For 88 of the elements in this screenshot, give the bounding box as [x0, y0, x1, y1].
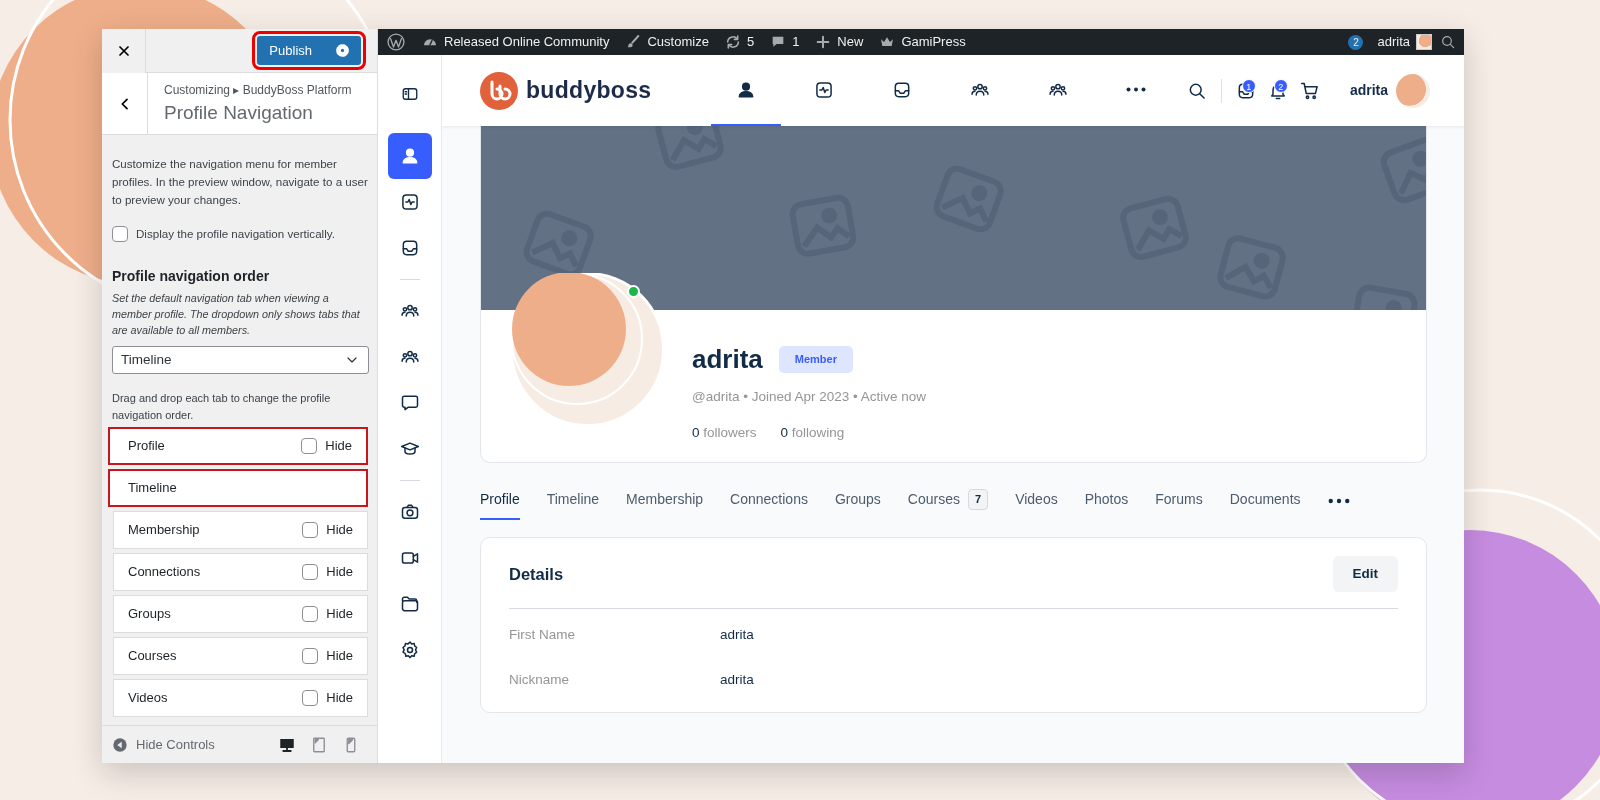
hide-label: Hide — [326, 689, 353, 708]
follow-count-link[interactable]: 0 following — [780, 423, 845, 444]
admin-bar-item[interactable]: 1 — [770, 32, 800, 52]
nav-order-item[interactable]: Videos Hide — [113, 679, 368, 718]
logo-text: buddyboss — [526, 76, 652, 106]
profile-name: adrita — [692, 343, 763, 376]
item-label: Groups — [128, 605, 171, 624]
hide-label: Hide — [326, 605, 353, 624]
messages-button[interactable]: 1 — [1235, 78, 1256, 103]
notifications-button[interactable]: 2 — [1267, 78, 1288, 103]
field-value: adrita — [720, 670, 754, 689]
plus-icon — [815, 34, 832, 50]
profile-tab[interactable]: Forums — [1155, 489, 1203, 520]
help-text: Drag and drop each tab to change the profile navigation order. — [112, 391, 332, 423]
breadcrumb: Customizing ▸ BuddyBoss Platform — [164, 82, 352, 99]
follow-count-link[interactable]: 0 followers — [692, 423, 757, 444]
field-label: First Name — [509, 626, 576, 645]
item-label: Membership — [128, 521, 200, 540]
checkbox-label: Display the profile navigation vertically. — [136, 225, 335, 242]
section-heading: Profile navigation order — [112, 267, 271, 287]
profile-tab[interactable]: Photos — [1084, 489, 1129, 520]
profile-meta: @adrita • Joined Apr 2023 • Active now — [692, 388, 927, 406]
profile-tab[interactable]: Connections — [730, 489, 808, 520]
item-label: Connections — [128, 563, 201, 582]
profile-tab[interactable]: Timeline — [546, 489, 600, 520]
hide-checkbox[interactable] — [302, 690, 319, 707]
user-name: adrita — [1349, 81, 1388, 100]
edit-button[interactable]: Edit — [1332, 556, 1398, 593]
description-text: Customize the navigation menu for member profiles. In the preview window, navigate to a user to preview your changes. — [112, 156, 369, 208]
admin-bar-item[interactable]: Released Online Community — [422, 32, 610, 52]
more-icon — [1327, 498, 1350, 505]
nav-order-item[interactable]: Connections Hide — [113, 553, 368, 592]
admin-bar-item[interactable]: GamiPress — [879, 32, 966, 52]
admin-bar-item[interactable]: Customize — [625, 32, 709, 52]
field-value: adrita — [720, 626, 754, 645]
admin-bar-item[interactable]: New — [815, 32, 864, 52]
tablet-icon — [310, 736, 328, 755]
desktop-icon — [278, 736, 296, 755]
hide-checkbox[interactable] — [302, 606, 319, 623]
nav-order-item[interactable]: Membership Hide — [113, 511, 368, 550]
account-menu[interactable]: 2 adrita — [1348, 32, 1432, 52]
nav-order-item[interactable]: Courses Hide — [113, 637, 368, 676]
hide-label: Hide — [325, 437, 352, 456]
hide-checkbox[interactable] — [301, 438, 318, 455]
activity-icon — [814, 79, 835, 100]
close-button[interactable] — [102, 28, 146, 73]
hide-label: Hide — [326, 521, 353, 540]
nav-order-item[interactable]: Groups Hide — [113, 595, 368, 634]
activity-icon — [399, 192, 420, 212]
hide-label: Hide — [326, 563, 353, 582]
avatar — [1396, 73, 1430, 108]
camera-icon — [399, 502, 420, 522]
profile-tab[interactable]: Profile — [480, 489, 520, 520]
role-tag: Member — [778, 346, 853, 373]
hide-checkbox[interactable] — [302, 522, 319, 539]
panel-title: Profile Navigation — [164, 101, 314, 125]
admin-bar-item[interactable]: 5 — [724, 32, 755, 52]
collapse-icon — [112, 736, 128, 753]
card-title: Details — [509, 563, 564, 585]
field-label: Nickname — [509, 670, 571, 689]
nav-order-item[interactable]: Timeline — [108, 469, 368, 508]
sidebar-toggle-icon — [400, 85, 419, 103]
search-icon — [1440, 34, 1456, 50]
default-tab-select[interactable]: Timeline — [112, 346, 369, 375]
item-label: Courses — [128, 647, 177, 666]
refresh-icon — [724, 34, 741, 50]
profile-tab[interactable]: Groups — [834, 489, 881, 520]
avatar — [1416, 34, 1432, 50]
help-text: Set the default navigation tab when viewing a member profile. The dropdown only shows tabs that are available to all members. — [112, 291, 361, 338]
chat-icon — [399, 393, 420, 413]
hide-checkbox[interactable] — [302, 648, 319, 665]
hide-checkbox[interactable] — [302, 564, 319, 581]
item-label: Profile — [128, 437, 165, 456]
item-label: Videos — [128, 689, 168, 708]
folder-icon — [399, 594, 420, 614]
brush-icon — [625, 34, 642, 50]
profile-tab[interactable]: Courses 7 — [907, 489, 989, 520]
nav-order-item[interactable]: Profile Hide — [108, 427, 368, 466]
checkbox[interactable] — [112, 225, 128, 242]
item-label: Timeline — [128, 479, 177, 498]
profile-tab[interactable]: Videos — [1015, 489, 1058, 520]
logo-icon — [480, 71, 518, 110]
cart-icon — [1299, 81, 1320, 102]
profile-tab[interactable]: Documents — [1229, 489, 1301, 520]
more-icon — [1126, 87, 1147, 92]
profile-tab[interactable]: Membership — [626, 489, 704, 520]
hide-label: Hide — [326, 647, 353, 666]
hide-controls-button[interactable]: Hide Controls — [112, 734, 215, 755]
